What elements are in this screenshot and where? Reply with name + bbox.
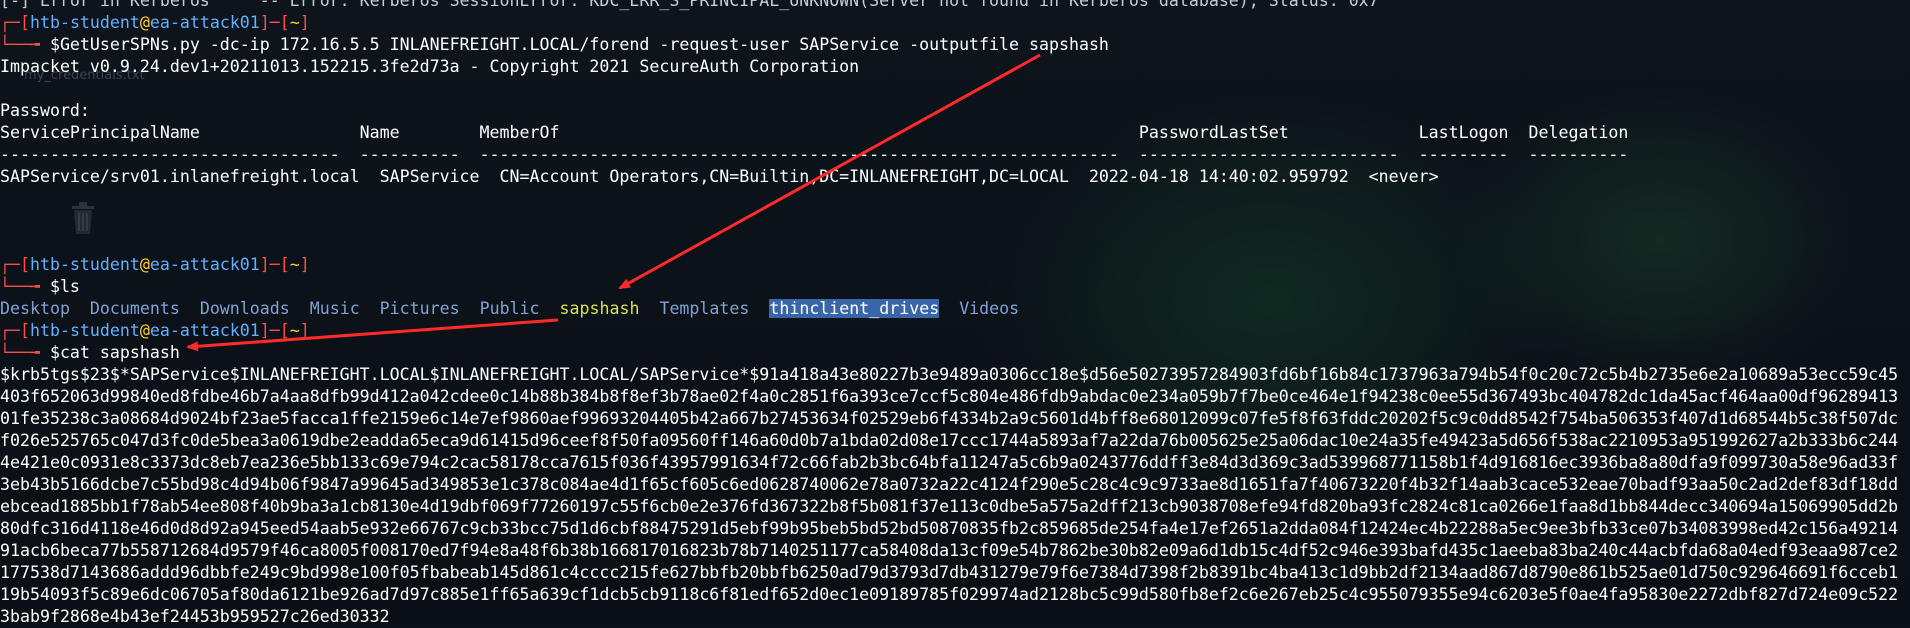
- annotation-arrow: [618, 53, 1041, 290]
- annotation-overlay: [186, 53, 1041, 352]
- annotation-arrow: [186, 318, 559, 352]
- terminal-window[interactable]: my_credentials.txt [-] Error in Kerberos…: [0, 0, 1910, 627]
